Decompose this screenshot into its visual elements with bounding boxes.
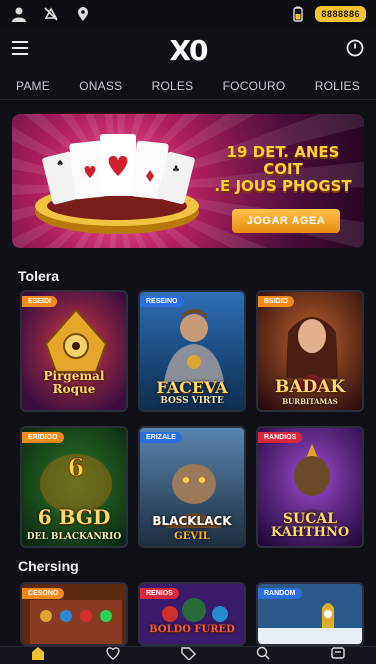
game-card[interactable]: ERIZALE BLACKLACK GEVIL — [138, 426, 246, 548]
card-badge: ESEIDI — [22, 296, 57, 307]
card-title: 6 BGD — [37, 505, 111, 529]
game-card[interactable]: 6 ERIDIOO 6 BGD DEL BLACKANRIO — [20, 426, 128, 548]
location-icon — [74, 5, 92, 23]
game-card[interactable]: RANDIOS SUCAL KAHTHNO — [256, 426, 364, 548]
game-card[interactable]: ESEIDI Pirgemal Roque — [20, 290, 128, 412]
card-badge: RENIOS — [140, 588, 179, 599]
balance-chip[interactable]: 8888886 — [315, 6, 366, 22]
section-title: Chersing — [18, 558, 79, 574]
card-badge: RANDOM — [258, 588, 302, 599]
tab-focouro[interactable]: FOCOURO — [223, 79, 286, 93]
card-subtitle: BURBITAMAS — [282, 397, 338, 406]
home-icon[interactable] — [30, 646, 46, 664]
menu-icon[interactable] — [12, 40, 30, 60]
heart-icon[interactable] — [105, 646, 121, 664]
bottom-nav — [0, 646, 376, 664]
tag-icon[interactable] — [180, 646, 196, 664]
card-subtitle: BOSS VIRTE — [160, 396, 224, 406]
tab-pame[interactable]: PAME — [16, 79, 50, 93]
svg-text:♣: ♣ — [172, 165, 180, 175]
card-subtitle: GEVIL — [174, 531, 210, 542]
card-title: FACEVA — [156, 378, 228, 397]
card-title: Pirgemal Roque — [43, 369, 105, 396]
game-card[interactable]: RANDOM — [256, 582, 364, 646]
game-card[interactable]: RENIOS BOLDO FURED — [138, 582, 246, 646]
profile-icon[interactable] — [330, 646, 346, 664]
app-header: X0 — [0, 28, 376, 72]
user-icon[interactable] — [10, 5, 28, 23]
cards-trophy-art: ♠ ♣ — [35, 134, 199, 234]
svg-text:6: 6 — [68, 453, 85, 482]
card-badge: BSIDIO — [258, 296, 295, 307]
clock-icon[interactable] — [346, 39, 364, 62]
banner-headline-line2: .E JOUS PHOGST — [214, 177, 352, 195]
play-now-button[interactable]: JOGAR AGEA — [232, 209, 340, 233]
card-title: BADAK — [274, 377, 346, 397]
no-signal-icon — [42, 5, 60, 23]
card-art: 6 — [22, 428, 126, 546]
status-bar: 8888886 — [0, 0, 376, 28]
banner-headline: 19 DET. ANES COIT .E JOUS PHOGST — [208, 144, 358, 195]
card-badge: ERIDIOO — [22, 432, 64, 443]
battery-icon — [289, 5, 307, 23]
card-badge: RANDIOS — [258, 432, 303, 443]
card-subtitle: KAHTHNO — [270, 525, 350, 540]
search-icon[interactable] — [255, 646, 271, 664]
card-title: BOLDO FURED — [149, 624, 235, 635]
game-card[interactable]: CESONO — [20, 582, 128, 646]
banner-headline-line1: 19 DET. ANES COIT — [226, 143, 340, 178]
card-subtitle: DEL BLACKANRIO — [26, 532, 122, 542]
svg-text:♠: ♠ — [56, 159, 64, 169]
tab-onass[interactable]: ONASS — [79, 79, 122, 93]
promo-banner[interactable]: ♠ ♣ 19 DET. ANES COIT .E JOUS PHOGST JOG… — [12, 114, 364, 248]
card-badge: ERIZALE — [140, 432, 182, 443]
card-art — [140, 428, 244, 546]
tab-rolies[interactable]: ROLIES — [315, 79, 360, 93]
card-badge: CESONO — [22, 588, 65, 599]
game-card[interactable]: BSIDIO BADAK BURBITAMAS — [256, 290, 364, 412]
game-card[interactable]: RESEINO FACEVA BOSS VIRTE — [138, 290, 246, 412]
category-tabs: PAME ONASS ROLES FOCOURO ROLIES — [0, 72, 376, 100]
section-title: Tolera — [18, 268, 59, 284]
app-logo[interactable]: X0 — [169, 34, 208, 67]
card-title: BLACKLACK — [152, 514, 232, 528]
card-badge: RESEINO — [140, 296, 184, 307]
tab-roles[interactable]: ROLES — [152, 79, 194, 93]
